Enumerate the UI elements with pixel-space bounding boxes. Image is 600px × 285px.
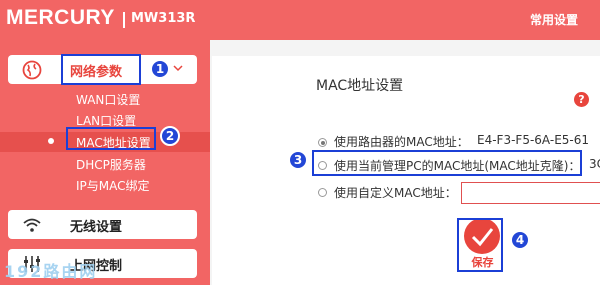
annotation-badge-1: 1 — [150, 59, 170, 79]
header-bar: MERCURY MW313R 常用设置 — [0, 0, 600, 40]
annotation-highlight-network — [61, 54, 141, 85]
watermark: 192路由网 — [4, 262, 98, 281]
brand-logo: MERCURY — [6, 6, 115, 29]
help-icon[interactable]: ? — [574, 92, 589, 107]
annotation-highlight-clone — [312, 150, 582, 176]
option-router-mac-label: 使用路由器的MAC地址： — [334, 135, 469, 149]
active-menu-dot — [48, 138, 54, 144]
annotation-badge-4: 4 — [510, 230, 530, 250]
annotation-highlight-save — [457, 218, 503, 272]
sidebar-item-wireless[interactable]: 无线设置 — [8, 210, 197, 239]
pc-mac-value: 3C — [589, 157, 600, 171]
option-custom-mac-label: 使用自定义MAC地址： — [334, 186, 457, 200]
sidebar-subitem-dhcp[interactable]: DHCP服务器 — [76, 156, 146, 173]
chevron-down-icon — [173, 65, 183, 72]
router-mac-value: E4-F3-F5-6A-E5-61 — [477, 133, 590, 147]
globe-icon — [22, 60, 42, 80]
annotation-badge-3: 3 — [288, 150, 308, 170]
page-title: MAC地址设置 — [316, 78, 404, 94]
radio-custom-mac[interactable] — [318, 188, 327, 197]
brand-divider — [123, 12, 125, 28]
sidebar-subitem-wan[interactable]: WAN口设置 — [76, 91, 140, 108]
annotation-badge-2: 2 — [160, 126, 180, 146]
common-settings-link[interactable]: 常用设置 — [530, 11, 578, 28]
model-name: MW313R — [131, 11, 196, 26]
sidebar-item-label: 无线设置 — [70, 220, 123, 235]
custom-mac-input[interactable] — [461, 182, 600, 204]
annotation-highlight-mac — [66, 127, 156, 150]
wifi-icon — [23, 218, 41, 232]
radio-router-mac[interactable] — [318, 138, 327, 147]
sidebar-subitem-ip-mac-binding[interactable]: IP与MAC绑定 — [76, 177, 150, 194]
